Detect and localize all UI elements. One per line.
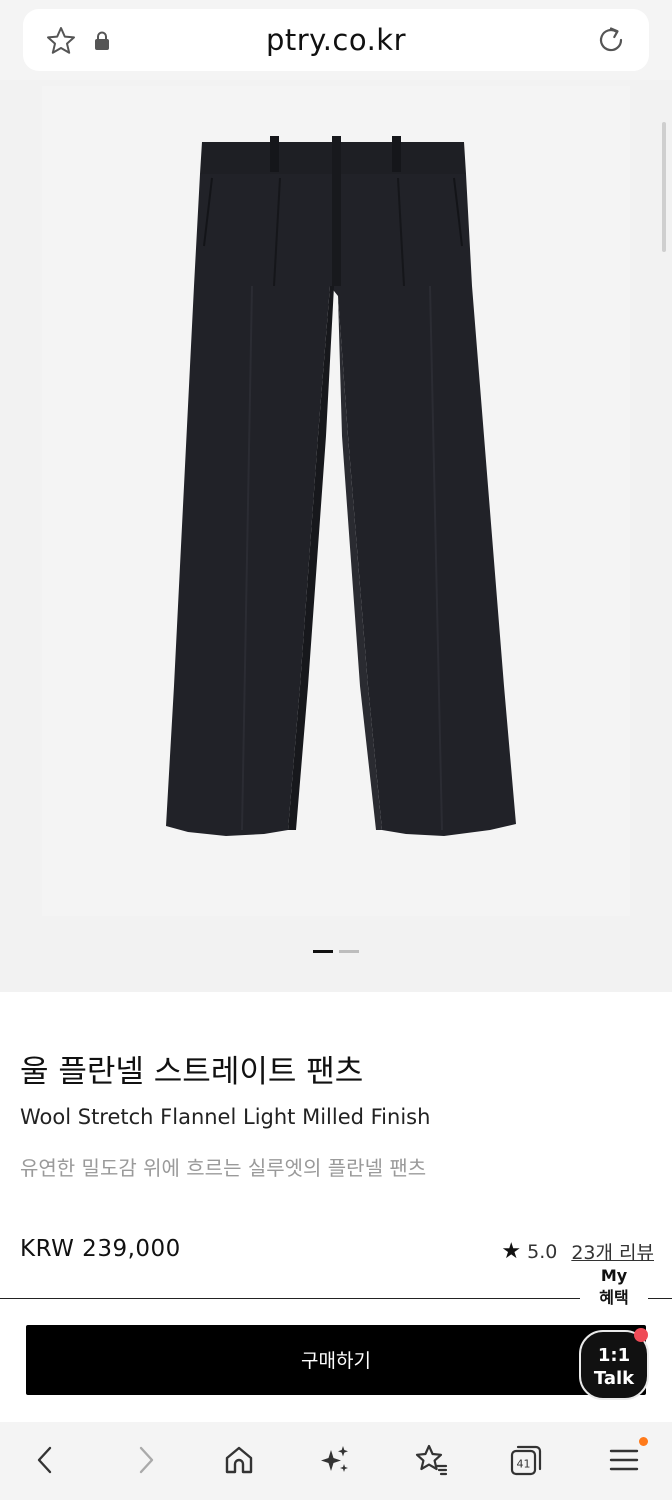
forward-icon[interactable] — [127, 1442, 163, 1478]
address-bar[interactable]: ptry.co.kr — [23, 9, 649, 71]
rating-summary[interactable]: ★ 5.0 23개 리뷰 — [501, 1238, 654, 1265]
home-icon[interactable] — [221, 1442, 257, 1478]
trousers-illustration — [166, 136, 516, 836]
back-icon[interactable] — [28, 1442, 64, 1478]
gallery-scrollbar[interactable] — [662, 122, 666, 252]
my-benefit-line1: My — [600, 1266, 628, 1285]
my-benefit-button[interactable]: My 혜택 — [580, 1265, 648, 1313]
review-count-link[interactable]: 23개 리뷰 — [571, 1238, 654, 1265]
product-price: KRW 239,000 — [20, 1236, 181, 1262]
talk-line1: 1:1 — [597, 1345, 631, 1366]
bookmark-star-icon[interactable] — [413, 1442, 449, 1478]
product-gallery[interactable] — [0, 80, 672, 992]
carousel-dot[interactable] — [339, 950, 359, 953]
buy-button[interactable]: 구매하기 — [26, 1325, 646, 1395]
sparkle-icon[interactable] — [317, 1442, 353, 1478]
carousel-dot-active[interactable] — [313, 950, 333, 953]
talk-line2: Talk — [593, 1368, 635, 1389]
menu-badge — [639, 1437, 648, 1446]
product-title-en: Wool Stretch Flannel Light Milled Finish — [20, 1105, 431, 1129]
product-title-ko: 울 플란넬 스트레이트 팬츠 — [20, 1054, 364, 1090]
divider — [0, 1298, 672, 1299]
reload-icon[interactable] — [595, 24, 627, 56]
notification-dot — [634, 1328, 648, 1342]
tab-count: 41 — [517, 1458, 531, 1471]
url-text[interactable]: ptry.co.kr — [23, 23, 649, 57]
rating-star-icon: ★ — [501, 1238, 522, 1264]
product-image[interactable] — [42, 86, 630, 916]
rating-value: 5.0 — [527, 1240, 558, 1263]
browser-toolbar: ptry.co.kr — [0, 0, 672, 80]
product-description: 유연한 밀도감 위에 흐르는 실루엣의 플란넬 팬츠 — [20, 1156, 427, 1180]
tabs-icon[interactable]: 41 — [508, 1442, 544, 1478]
menu-icon[interactable] — [606, 1442, 642, 1478]
my-benefit-line2: 혜택 — [599, 1288, 629, 1307]
browser-bottom-nav: 41 — [0, 1422, 672, 1500]
